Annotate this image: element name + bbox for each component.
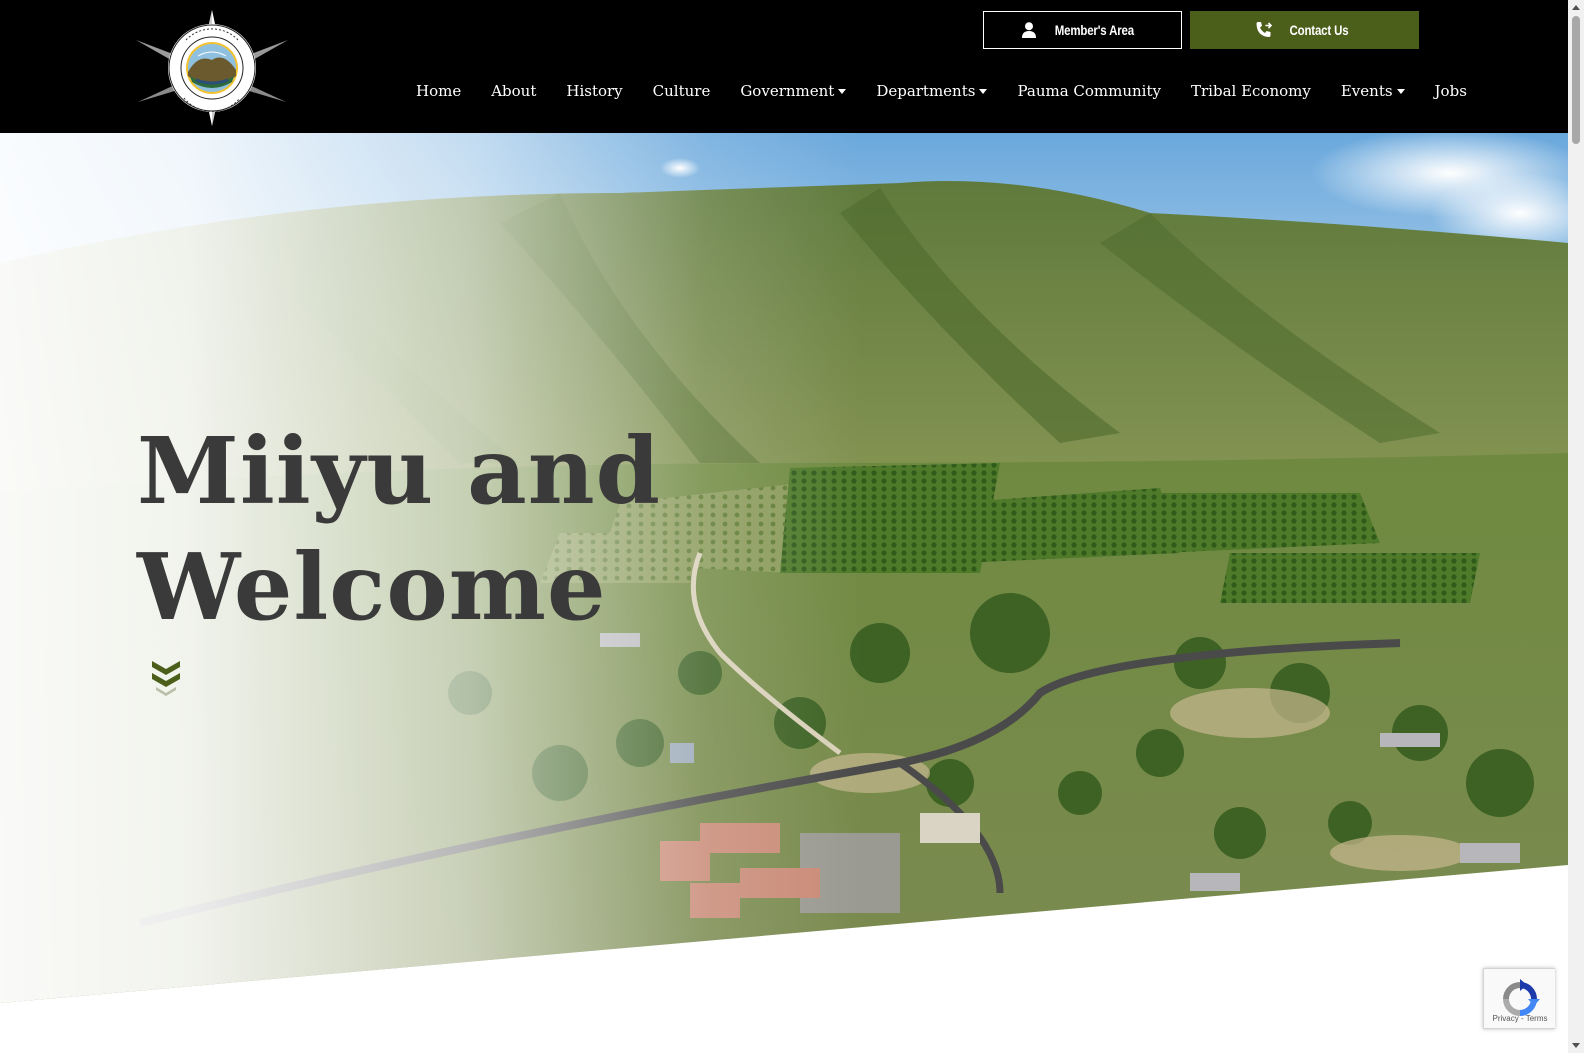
recaptcha-badge[interactable]: Privacy - Terms <box>1483 968 1555 1029</box>
scroll-down-button[interactable] <box>150 657 182 701</box>
hero-title: Miiyu and Welcome <box>137 413 697 645</box>
compass-seal-icon <box>136 10 288 126</box>
user-icon <box>1022 22 1037 38</box>
recaptcha-separator: - <box>1520 1014 1524 1023</box>
members-area-button[interactable]: Member's Area <box>983 11 1182 49</box>
nav-government-label: Government <box>740 82 835 100</box>
recaptcha-privacy-link[interactable]: Privacy <box>1493 1014 1519 1023</box>
double-chevron-down-icon <box>152 661 180 696</box>
scroll-up-arrow-icon[interactable] <box>1572 5 1580 10</box>
page-scrollbar[interactable] <box>1568 0 1584 1053</box>
tribe-logo[interactable] <box>136 10 288 126</box>
site-header: Member's Area Contact Us Home About Hist… <box>0 0 1568 133</box>
contact-us-label: Contact Us <box>1289 22 1348 38</box>
nav-jobs[interactable]: Jobs <box>1435 82 1467 100</box>
hero-section: Miiyu and Welcome <box>0 133 1568 1033</box>
nav-culture[interactable]: Culture <box>653 82 711 100</box>
nav-jobs-label: Jobs <box>1434 82 1467 100</box>
recaptcha-links: Privacy - Terms <box>1484 1014 1556 1023</box>
nav-history-label: History <box>566 82 623 100</box>
nav-tribal-economy-label: Tribal Economy <box>1191 82 1311 100</box>
recaptcha-icon <box>1503 979 1540 1016</box>
hero-title-line2: Welcome <box>137 533 607 641</box>
nav-pauma-community[interactable]: Pauma Community <box>1017 82 1161 100</box>
members-area-label: Member's Area <box>1054 22 1135 38</box>
phone-forward-icon <box>1256 22 1272 37</box>
scroll-thumb[interactable] <box>1572 16 1580 144</box>
hero-title-line1: Miiyu and <box>137 417 661 525</box>
main-nav: Home About History Culture Government De… <box>416 78 1467 104</box>
contact-us-button[interactable]: Contact Us <box>1190 11 1419 49</box>
nav-culture-label: Culture <box>652 82 711 100</box>
recaptcha-terms-link[interactable]: Terms <box>1526 1014 1548 1023</box>
nav-history[interactable]: History <box>566 82 622 100</box>
nav-home[interactable]: Home <box>416 82 461 100</box>
nav-events-label: Events <box>1340 82 1393 100</box>
caret-down-icon <box>838 89 847 94</box>
nav-departments-label: Departments <box>876 82 976 100</box>
caret-down-icon <box>979 89 988 94</box>
nav-departments[interactable]: Departments <box>876 82 988 100</box>
nav-about-label: About <box>491 82 537 100</box>
nav-tribal-economy[interactable]: Tribal Economy <box>1191 82 1311 100</box>
caret-down-icon <box>1396 89 1405 94</box>
nav-government[interactable]: Government <box>740 82 847 100</box>
nav-home-label: Home <box>416 82 462 100</box>
nav-about[interactable]: About <box>491 82 536 100</box>
nav-events[interactable]: Events <box>1341 82 1405 100</box>
scroll-down-arrow-icon[interactable] <box>1572 1043 1580 1048</box>
nav-pauma-community-label: Pauma Community <box>1017 82 1161 100</box>
